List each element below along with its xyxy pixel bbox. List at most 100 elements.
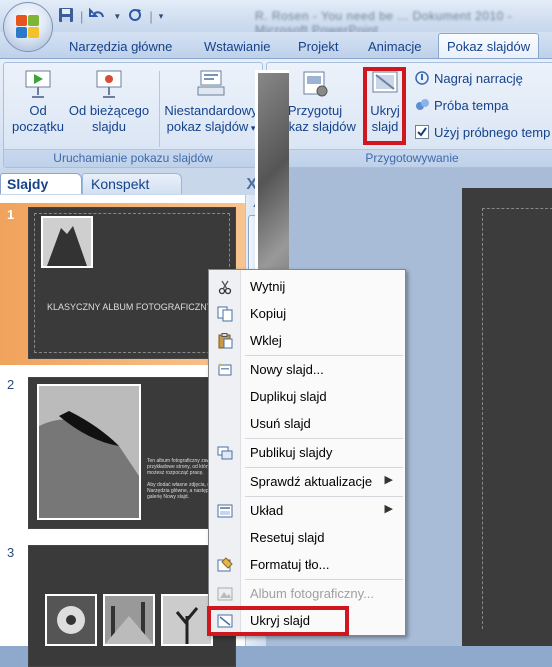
menu-item-label: Usuń slajd: [250, 416, 311, 431]
from-beginning-label-1: Od: [29, 103, 47, 118]
slide-number: 3: [7, 545, 15, 560]
from-beginning-button[interactable]: Od początku: [10, 69, 66, 135]
tab-slides[interactable]: Slajdy: [0, 173, 82, 194]
rehearse-icon: [416, 99, 429, 110]
tab-home[interactable]: Narzędzia główne: [69, 37, 172, 57]
menu-item-check-updates[interactable]: Sprawdź aktualizacje ▶: [209, 470, 405, 494]
menu-item-label: Sprawdź aktualizacje: [250, 474, 373, 489]
rehearse-timings-label: Próba tempa: [434, 98, 509, 113]
customize-qat-icon[interactable]: ▾: [159, 11, 164, 22]
menu-item-publish-slides[interactable]: Publikuj slajdy: [209, 441, 405, 465]
checkbox-checked-icon: [415, 125, 429, 139]
menu-item-format-background[interactable]: Formatuj tło...: [209, 553, 405, 577]
use-timings-label: Użyj próbnego temp: [434, 125, 551, 140]
rock-photo-icon: [43, 218, 91, 266]
photo-album-icon: [217, 587, 233, 601]
slide-preview: Ten album fotograficzny zawiera przykład…: [28, 377, 236, 529]
group-start-label: Uruchamianie pokazu slajdów: [4, 149, 262, 167]
from-current-button[interactable]: Od bieżącego slajdu: [64, 69, 154, 135]
office-button[interactable]: [3, 2, 53, 52]
custom-show-label-1: Niestandardowy: [164, 103, 258, 118]
menu-item-label: Formatuj tło...: [250, 557, 330, 572]
save-icon[interactable]: [58, 7, 74, 26]
trees-photo-icon: [105, 596, 153, 644]
tab-animations[interactable]: Animacje: [368, 37, 421, 57]
toolbar-separator-2: |: [149, 8, 153, 24]
menu-item-duplicate-slide[interactable]: Duplikuj slajd: [209, 385, 405, 409]
tab-design[interactable]: Projekt: [298, 37, 338, 57]
menu-item-label: Duplikuj slajd: [250, 389, 327, 404]
menu-item-cut[interactable]: Wytnij: [209, 275, 405, 299]
flower-photo-icon: [47, 596, 95, 644]
menu-item-photo-album: Album fotograficzny...: [209, 582, 405, 606]
menu-separator: [245, 579, 403, 580]
menu-item-paste[interactable]: Wklej: [209, 329, 405, 353]
menu-separator: [245, 467, 403, 468]
format-background-icon: [217, 557, 233, 572]
menu-item-copy[interactable]: Kopiuj: [209, 302, 405, 326]
highlight-menu-hide-slide: [207, 606, 349, 636]
group-setup-label: Przygotowywanie: [267, 149, 552, 167]
from-current-icon: [96, 70, 122, 98]
submenu-arrow-icon: ▶: [384, 503, 393, 515]
menu-item-label: Publikuj slajdy: [250, 445, 333, 460]
menu-item-label: Kopiuj: [250, 306, 287, 321]
menu-item-delete-slide[interactable]: Usuń slajd: [209, 412, 405, 436]
photo-frame: [37, 384, 141, 520]
custom-show-button[interactable]: Niestandardowy pokaz slajdów ▾: [162, 69, 260, 136]
slide-number: 2: [7, 377, 15, 392]
custom-show-icon: [197, 70, 225, 96]
from-current-label-2: slajdu: [92, 119, 126, 134]
redo-icon[interactable]: [127, 7, 143, 26]
photo-frame: [161, 594, 213, 646]
from-beginning-label-2: początku: [11, 119, 65, 134]
menu-item-reset-slide[interactable]: Resetuj slajd: [209, 526, 405, 550]
menu-item-label: Wklej: [250, 333, 282, 348]
paste-icon: [218, 333, 233, 349]
custom-show-label-2: pokaz slajdów: [166, 119, 249, 134]
menu-separator: [245, 355, 403, 356]
scissors-icon: [218, 280, 232, 295]
quick-access-toolbar: | ▼ | ▾: [58, 6, 163, 26]
tab-outline[interactable]: Konspekt: [82, 173, 182, 194]
slide-number: 1: [7, 207, 15, 222]
setup-show-label-1: Przygotuj: [287, 103, 343, 118]
pane-tabs: Slajdy Konspekt X: [0, 172, 265, 194]
group-start-slideshow: Od początku Od bieżącego slajdu Niestand…: [3, 62, 263, 168]
slide-title-text: KLASYCZNY ALBUM FOTOGRAFICZNY: [47, 302, 213, 312]
slide-preview: KLASYCZNY ALBUM FOTOGRAFICZNY: [28, 207, 236, 359]
tab-insert[interactable]: Wstawianie: [204, 37, 270, 57]
menu-item-label: Wytnij: [250, 279, 286, 294]
photo-frame: [103, 594, 155, 646]
record-narration-label: Nagraj narrację: [434, 71, 523, 86]
photo-frame: [45, 594, 97, 646]
current-slide-canvas[interactable]: [462, 188, 552, 646]
joshua-tree-photo-icon: [163, 596, 211, 644]
menu-item-label: Nowy slajd...: [250, 362, 324, 377]
menu-item-label: Układ: [250, 503, 284, 518]
layout-icon: [217, 504, 233, 518]
use-timings-checkbox[interactable]: Użyj próbnego temp: [415, 123, 550, 143]
toolbar-separator: |: [80, 8, 84, 24]
menu-separator: [245, 496, 403, 497]
setup-show-icon: [303, 71, 328, 97]
publish-icon: [217, 446, 233, 460]
record-narration-button[interactable]: Nagraj narrację: [415, 69, 523, 89]
undo-dropdown-icon[interactable]: ▼: [113, 12, 121, 21]
from-current-label-1: Od bieżącego: [68, 103, 150, 118]
from-beginning-icon: [25, 70, 51, 98]
tab-slide-show[interactable]: Pokaz slajdów: [438, 33, 540, 59]
submenu-arrow-icon: ▶: [384, 474, 393, 486]
menu-item-layout[interactable]: Układ ▶: [209, 499, 405, 523]
new-slide-icon: [218, 363, 232, 376]
photo-frame: [41, 216, 93, 268]
microphone-icon: [415, 71, 429, 85]
rehearse-timings-button[interactable]: Próba tempa: [415, 96, 508, 116]
slide-placeholder-border: [482, 208, 552, 629]
dune-photo-icon: [39, 386, 139, 518]
menu-item-label: Resetuj slajd: [250, 530, 325, 545]
menu-item-new-slide[interactable]: Nowy slajd...: [209, 358, 405, 382]
ribbon-tabs: Narzędzia główne Wstawianie Projekt Anim…: [0, 32, 552, 59]
office-logo-icon: [16, 15, 40, 39]
undo-icon[interactable]: [89, 7, 107, 26]
